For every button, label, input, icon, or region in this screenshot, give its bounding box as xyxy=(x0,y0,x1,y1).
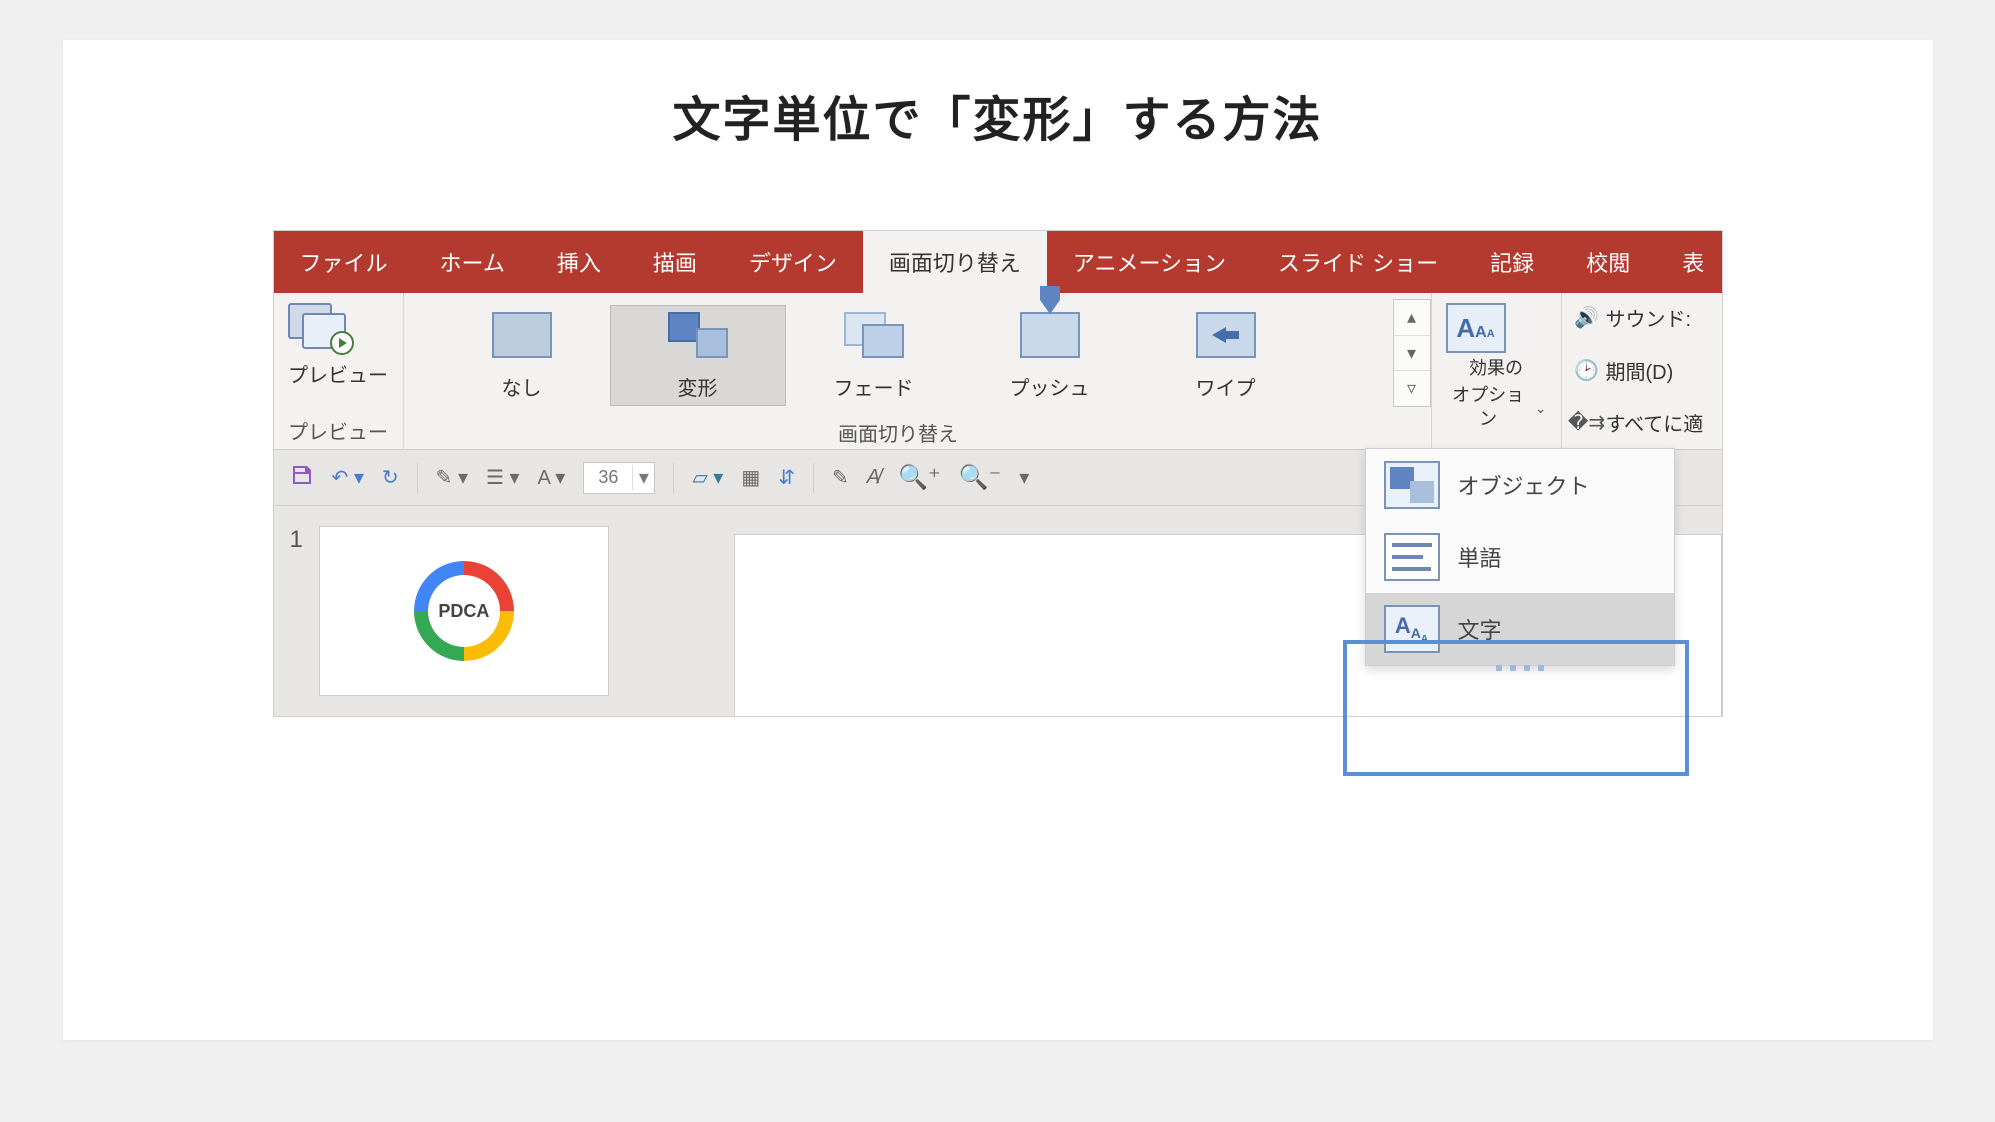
dropdown-option-object-label: オブジェクト xyxy=(1458,469,1590,501)
resize-dots-icon xyxy=(1496,665,1544,671)
gallery-down-icon: ▾ xyxy=(1394,336,1430,372)
dropdown-option-word[interactable]: 単語 xyxy=(1366,521,1674,593)
slide-thumbnail-1[interactable]: PDCA xyxy=(319,526,609,696)
transition-wipe[interactable]: ワイプ xyxy=(1138,305,1314,406)
timing-sound[interactable]: 🔊 サウンド: xyxy=(1576,303,1692,332)
transition-morph-label: 変形 xyxy=(615,372,781,401)
edit-button[interactable]: ✎ xyxy=(832,465,849,490)
gallery-expand-icon: ▿ xyxy=(1394,371,1430,406)
group-preview: プレビュー プレビュー xyxy=(274,293,404,449)
tab-design[interactable]: デザイン xyxy=(723,231,863,293)
slide-number: 1 xyxy=(290,526,303,696)
ribbon-body: プレビュー プレビュー なし 変形 xyxy=(274,293,1722,450)
font-size-input[interactable] xyxy=(584,467,632,488)
tab-animations[interactable]: アニメーション xyxy=(1047,231,1252,293)
dropdown-option-character-label: 文字 xyxy=(1458,613,1502,645)
transition-morph-icon xyxy=(668,312,728,358)
transition-push-icon xyxy=(1020,312,1080,358)
ribbon-tabs: ファイル ホーム 挿入 描画 デザイン 画面切り替え アニメーション スライド … xyxy=(274,231,1722,293)
dropdown-option-object[interactable]: オブジェクト xyxy=(1366,449,1674,521)
transition-fade[interactable]: フェード xyxy=(786,305,962,406)
preview-caption: プレビュー xyxy=(288,359,388,388)
separator xyxy=(813,463,814,493)
tab-slideshow[interactable]: スライド ショー xyxy=(1252,231,1464,293)
group-timing: 🔊 サウンド: 🕑 期間(D) �⇉ すべてに適 xyxy=(1562,293,1722,449)
transition-none-icon xyxy=(492,312,552,358)
pdca-ring-icon: PDCA xyxy=(414,561,514,661)
transition-none-label: なし xyxy=(439,372,605,401)
timing-sound-label: サウンド: xyxy=(1606,303,1692,332)
tab-record[interactable]: 記録 xyxy=(1464,231,1560,293)
dropdown-option-character[interactable]: AAA 文字 xyxy=(1366,593,1674,665)
save-button[interactable] xyxy=(290,463,314,493)
redo-button[interactable]: ↻ xyxy=(382,465,399,490)
transition-push[interactable]: プッシュ xyxy=(962,305,1138,406)
save-icon xyxy=(290,463,314,487)
screenshot-wrap: ファイル ホーム 挿入 描画 デザイン 画面切り替え アニメーション スライド … xyxy=(273,230,1723,717)
transition-fade-label: フェード xyxy=(791,372,957,401)
transition-morph[interactable]: 変形 xyxy=(610,305,786,406)
shape-button[interactable]: ▱ ▾ xyxy=(692,465,723,490)
preview-icon xyxy=(288,303,350,353)
format-painter-button[interactable]: ✎ ▾ xyxy=(436,465,468,490)
tab-view[interactable]: 表 xyxy=(1656,231,1730,293)
tab-home[interactable]: ホーム xyxy=(414,231,531,293)
zoom-in-button[interactable]: 🔍⁺ xyxy=(898,463,941,492)
tab-draw[interactable]: 描画 xyxy=(627,231,723,293)
effect-options-dropdown: オブジェクト 単語 AAA 文字 xyxy=(1365,448,1675,666)
chevron-down-icon: ⌄ xyxy=(1535,399,1547,417)
character-option-icon: AAA xyxy=(1384,605,1440,653)
gallery-up-icon: ▴ xyxy=(1394,300,1430,336)
transition-none[interactable]: なし xyxy=(434,305,610,406)
separator xyxy=(417,463,418,493)
tab-review[interactable]: 校閲 xyxy=(1560,231,1656,293)
word-option-icon xyxy=(1384,533,1440,581)
sound-icon: 🔊 xyxy=(1576,307,1598,329)
transition-fade-icon xyxy=(844,312,904,358)
separator xyxy=(673,463,674,493)
tab-insert[interactable]: 挿入 xyxy=(531,231,627,293)
group-effect-options: AAA 効果の オプション ⌄ xyxy=(1432,293,1562,449)
tab-file[interactable]: ファイル xyxy=(274,231,414,293)
arrange-button[interactable]: ⇵ xyxy=(778,465,795,490)
slide-thumbnail-rail: 1 PDCA xyxy=(274,506,674,716)
timing-apply-all[interactable]: �⇉ すべてに適 xyxy=(1576,408,1704,437)
tab-transitions[interactable]: 画面切り替え xyxy=(863,231,1047,293)
timing-duration[interactable]: 🕑 期間(D) xyxy=(1576,356,1674,385)
transition-wipe-label: ワイプ xyxy=(1143,372,1309,401)
transition-push-label: プッシュ xyxy=(967,372,1133,401)
undo-button[interactable]: ↶ ▾ xyxy=(332,465,364,490)
gallery-more-button[interactable]: ▴ ▾ ▿ xyxy=(1393,299,1431,407)
effect-options-button[interactable]: AAA 効果の オプション ⌄ xyxy=(1446,303,1547,431)
pdca-label: PDCA xyxy=(438,601,489,622)
effect-options-label-2: オプション xyxy=(1446,384,1531,431)
timing-duration-label: 期間(D) xyxy=(1606,356,1674,385)
tutorial-card: 文字単位で「変形」する方法 ファイル ホーム 挿入 描画 デザイン 画面切り替え… xyxy=(63,40,1933,1040)
clear-format-button[interactable]: A̸ xyxy=(867,466,880,489)
page-title: 文字単位で「変形」する方法 xyxy=(63,80,1933,150)
timing-apply-all-label: すべてに適 xyxy=(1606,408,1704,437)
align-button[interactable]: ▦ xyxy=(741,465,760,490)
font-size-selector[interactable]: ▾ xyxy=(583,462,655,494)
group-transitions-gallery: なし 変形 フェード プッシュ xyxy=(404,293,1432,449)
object-option-icon xyxy=(1384,461,1440,509)
font-size-dropdown-icon: ▾ xyxy=(632,465,654,490)
clock-icon: 🕑 xyxy=(1576,359,1598,381)
bullets-button[interactable]: ☰ ▾ xyxy=(486,465,520,490)
gallery-group-label: 画面切り替え xyxy=(404,414,1393,447)
preview-button[interactable]: プレビュー xyxy=(288,303,388,388)
toolbar-more-button[interactable]: ▾ xyxy=(1019,465,1029,490)
font-color-button[interactable]: A ▾ xyxy=(538,465,566,490)
dropdown-option-word-label: 単語 xyxy=(1458,541,1502,573)
preview-group-label: プレビュー xyxy=(288,412,388,445)
effect-options-icon: AAA xyxy=(1446,303,1506,353)
transition-wipe-icon xyxy=(1196,312,1256,358)
effect-options-label-1: 効果の xyxy=(1469,357,1523,380)
zoom-out-button[interactable]: 🔍⁻ xyxy=(959,463,1002,492)
apply-all-icon: �⇉ xyxy=(1576,412,1598,434)
